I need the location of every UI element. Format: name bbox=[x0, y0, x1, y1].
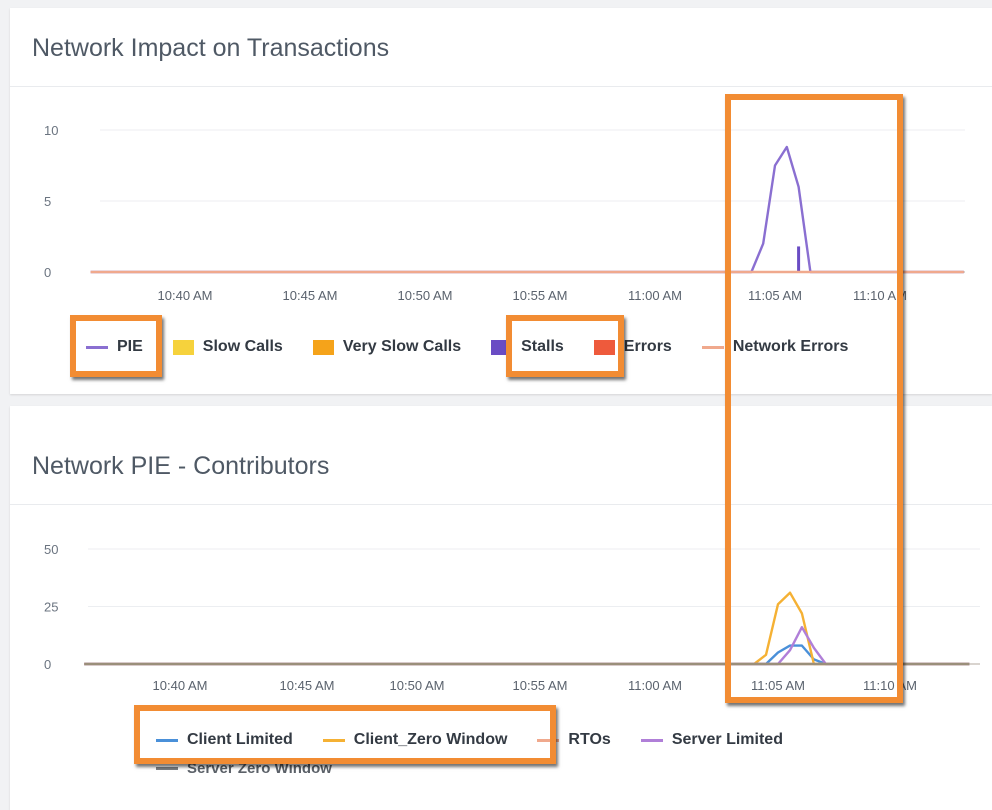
series-line-client-zero-window bbox=[84, 591, 970, 666]
series-line-client-limited bbox=[84, 644, 970, 666]
legend-item[interactable]: Client Limited bbox=[156, 731, 293, 749]
legend-label: Client_Zero Window bbox=[353, 731, 508, 748]
legend-label: Server Zero Window bbox=[187, 760, 332, 777]
legend-swatch bbox=[537, 738, 560, 742]
legend-label: Stalls bbox=[521, 338, 564, 355]
legend-label: Very Slow Calls bbox=[342, 338, 462, 355]
legend-label: Slow Calls bbox=[202, 338, 283, 355]
x-tick-label: 11:05 AM bbox=[751, 678, 805, 693]
legend-swatch bbox=[156, 738, 178, 742]
network-pie-contributors-chart: 0 25 50 10:40 AM 10:45 AM 10:50 AM 10:55 AM 11:… bbox=[44, 542, 980, 693]
legend-label: RTOs bbox=[568, 731, 611, 748]
legend-item[interactable]: Client_Zero Window bbox=[322, 731, 508, 749]
y-tick-label: 50 bbox=[44, 542, 58, 557]
legend-item[interactable]: Errors bbox=[593, 338, 672, 356]
legend-swatch bbox=[86, 345, 108, 349]
x-tick-label: 10:55 AM bbox=[513, 678, 568, 693]
legend-swatch bbox=[172, 339, 194, 355]
legend-swatch bbox=[322, 738, 345, 742]
legend-swatch bbox=[593, 339, 615, 355]
legend-swatch bbox=[701, 345, 724, 349]
y-tick-label: 0 bbox=[44, 657, 51, 672]
x-tick-label: 10:40 AM bbox=[153, 678, 208, 693]
legend-item[interactable]: Network Errors bbox=[701, 338, 849, 356]
legend-item[interactable]: PIE bbox=[86, 338, 143, 356]
legend-item[interactable]: RTOs bbox=[537, 731, 611, 749]
legend-label: PIE bbox=[117, 338, 143, 355]
network-pie-legend-overflow: Server Zero Window bbox=[156, 760, 362, 777]
legend-swatch bbox=[312, 339, 334, 355]
series-line-server-limited bbox=[84, 626, 970, 666]
legend-swatch bbox=[491, 339, 513, 355]
network-impact-legend: PIE Slow Calls Very Slow Calls Stalls Errors… bbox=[86, 338, 878, 356]
legend-label: Server Limited bbox=[671, 731, 783, 748]
legend-swatch bbox=[640, 738, 663, 742]
legend-item[interactable]: Server Zero Window bbox=[156, 760, 332, 777]
x-tick-label: 10:45 AM bbox=[280, 678, 335, 693]
legend-item[interactable]: Server Limited bbox=[640, 731, 783, 749]
x-tick-label: 10:50 AM bbox=[390, 678, 445, 693]
legend-item[interactable]: Stalls bbox=[491, 338, 564, 356]
legend-label: Network Errors bbox=[732, 338, 849, 355]
x-tick-label: 11:00 AM bbox=[628, 678, 682, 693]
legend-label: Client Limited bbox=[187, 731, 293, 748]
y-tick-label: 25 bbox=[44, 600, 58, 615]
legend-item[interactable]: Very Slow Calls bbox=[312, 338, 462, 356]
legend-label: Errors bbox=[623, 338, 672, 355]
legend-swatch bbox=[156, 767, 178, 770]
legend-item[interactable]: Slow Calls bbox=[172, 338, 283, 356]
network-pie-legend: Client Limited Client_Zero Window RTOs Serv… bbox=[156, 731, 813, 749]
x-tick-label: 11:10 AM bbox=[863, 678, 917, 693]
